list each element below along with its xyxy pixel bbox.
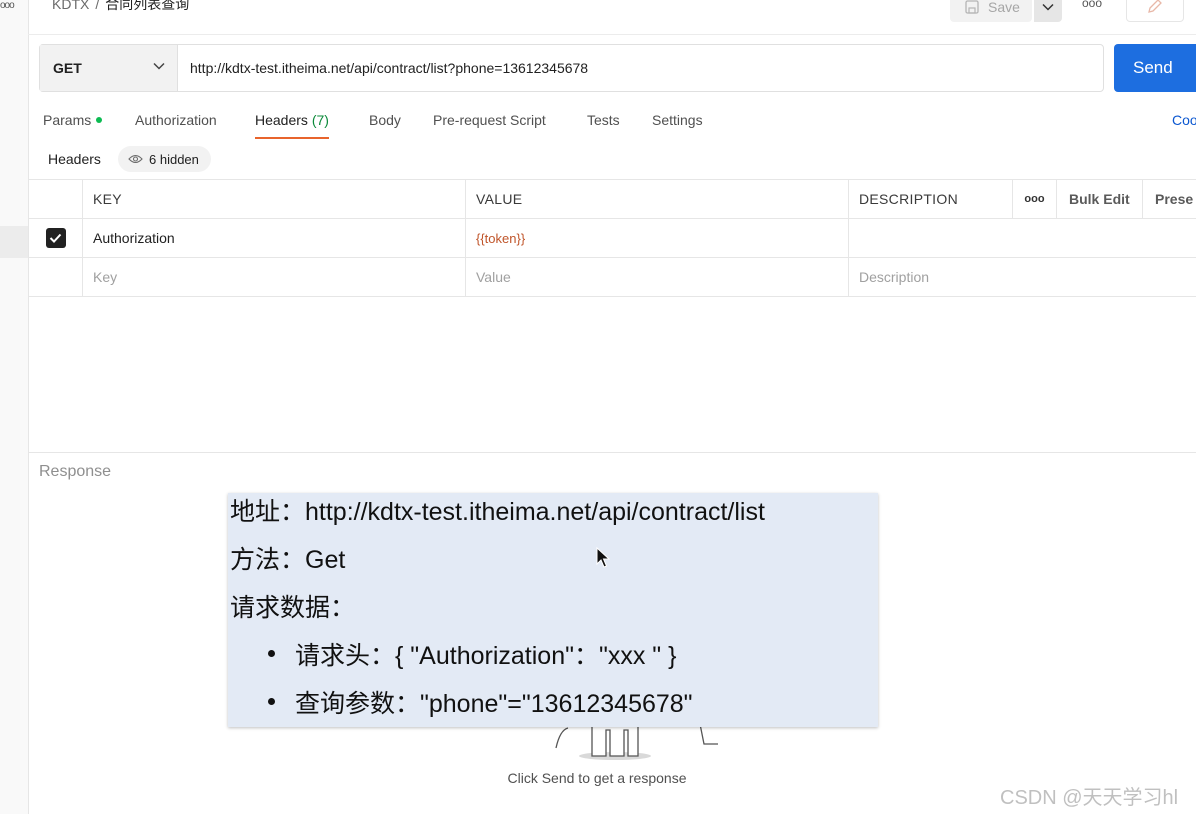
chevron-down-icon [153, 62, 165, 70]
save-button[interactable]: Save [950, 0, 1032, 22]
note-bullet-headers: 请求头：{ "Authorization"："xxx " } [268, 636, 676, 672]
header-enabled-checkbox[interactable] [45, 228, 66, 248]
request-topbar: KDTX / 合同列表查询 Save ooo [28, 0, 1196, 35]
new-description-input[interactable]: Description [849, 258, 1196, 296]
column-options-icon[interactable]: ooo [1013, 180, 1057, 218]
column-value: VALUE [466, 180, 849, 218]
left-sidebar-rail: ooo [0, 0, 29, 814]
save-dropdown-button[interactable] [1034, 0, 1062, 22]
header-key-input[interactable]: Authorization [83, 219, 466, 257]
save-icon [965, 0, 979, 14]
watermark: CSDN @天天学习hl [1000, 787, 1179, 809]
headers-title: Headers [48, 151, 101, 167]
empty-checkbox-cell [29, 258, 83, 296]
note-address-line: 地址：http://kdtx-test.itheima.net/api/cont… [230, 498, 765, 526]
save-label: Save [988, 0, 1020, 15]
params-active-dot [96, 117, 103, 123]
note-bullet-query-text: 查询参数："phone"="13612345678" [295, 690, 693, 718]
tab-authorization[interactable]: Authorization [135, 110, 217, 140]
note-method-line: 方法：Get [230, 546, 346, 574]
bullet-dot [268, 650, 275, 657]
active-tab-underline [255, 137, 329, 139]
hidden-headers-toggle[interactable]: 6 hidden [118, 146, 211, 172]
tab-headers-label: Headers [255, 112, 308, 128]
tab-pre-request-script[interactable]: Pre-request Script [433, 110, 546, 140]
note-data-line: 请求数据： [230, 594, 356, 622]
request-name[interactable]: 合同列表查询 [105, 0, 189, 12]
breadcrumb: KDTX / 合同列表查询 [52, 0, 189, 14]
url-bar: GET http://kdtx-test.itheima.net/api/con… [39, 44, 1104, 92]
chevron-down-icon [1042, 3, 1054, 11]
response-divider[interactable] [29, 452, 1196, 453]
tab-tests[interactable]: Tests [587, 110, 620, 140]
cookies-link[interactable]: Coo [1172, 112, 1196, 128]
url-input[interactable]: http://kdtx-test.itheima.net/api/contrac… [190, 45, 588, 91]
tab-body[interactable]: Body [369, 110, 401, 140]
header-value-input[interactable]: {{token}} [466, 219, 849, 257]
bulk-edit-button[interactable]: Bulk Edit [1057, 180, 1143, 218]
new-value-input[interactable]: Value [466, 258, 849, 296]
note-bullet-headers-text: 请求头：{ "Authorization"："xxx " } [295, 642, 677, 670]
edit-button[interactable] [1126, 0, 1184, 22]
breadcrumb-workspace[interactable]: KDTX [52, 0, 89, 12]
table-row: Authorization {{token}} [29, 219, 1196, 258]
tab-params[interactable]: Params [43, 110, 103, 140]
column-key: KEY [83, 180, 466, 218]
more-options-icon[interactable]: ooo [1080, 0, 1104, 16]
header-checkbox-cell [29, 180, 83, 218]
note-bullet-query: 查询参数："phone"="13612345678" [268, 684, 693, 720]
tab-params-label: Params [43, 112, 92, 128]
bullet-dot [268, 698, 275, 705]
send-button[interactable]: Send [1114, 44, 1196, 92]
header-description-input[interactable] [849, 219, 1196, 257]
annotation-note-card: 地址：http://kdtx-test.itheima.net/api/cont… [228, 493, 878, 727]
table-header-row: KEY VALUE DESCRIPTION ooo Bulk Edit Pres… [29, 179, 1196, 219]
sidebar-more-icon[interactable]: ooo [0, 0, 15, 11]
tab-headers[interactable]: Headers (7) [255, 110, 329, 140]
eye-icon [128, 154, 143, 164]
presets-button[interactable]: Prese [1143, 180, 1196, 218]
pencil-icon [1148, 0, 1162, 13]
column-description: DESCRIPTION [849, 180, 1013, 218]
tab-headers-count: (7) [311, 112, 329, 128]
empty-response-text: Click Send to get a response [507, 770, 687, 786]
breadcrumb-separator: / [95, 0, 100, 12]
checkmark-icon [49, 233, 62, 243]
method-label: GET [53, 60, 82, 76]
hidden-headers-label: 6 hidden [149, 151, 199, 167]
sidebar-selected-item[interactable] [0, 226, 28, 258]
row-checkbox-cell [29, 219, 83, 257]
token-variable: {{token}} [476, 230, 526, 246]
table-row-empty: Key Value Description [29, 258, 1196, 297]
new-key-input[interactable]: Key [83, 258, 466, 296]
method-select[interactable]: GET [40, 45, 178, 91]
mouse-cursor-icon [596, 547, 610, 568]
tab-settings[interactable]: Settings [652, 110, 703, 140]
response-label: Response [39, 463, 112, 480]
